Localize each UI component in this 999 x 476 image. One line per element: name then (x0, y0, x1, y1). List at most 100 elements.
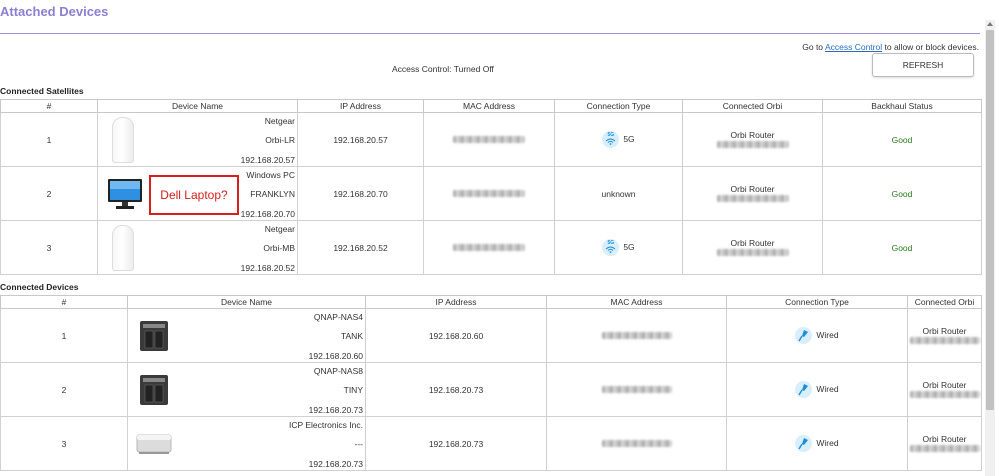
orbi-name: Orbi Router (922, 379, 967, 390)
orbi-name: Orbi Router (730, 183, 775, 194)
device-name-cell: QNAP-NAS8 TINY 192.168.20.73 (127, 362, 366, 417)
orbi-name: Orbi Router (730, 129, 775, 140)
access-control-status: Access Control: Turned Off (392, 64, 494, 74)
table-row[interactable]: 3 Netgear Orbi-MB 192.168.20.52 192.168.… (0, 220, 982, 275)
col-header-num[interactable]: # (0, 295, 128, 309)
device-hostname: Orbi-LR (265, 135, 295, 146)
devices-header-row: # Device Name IP Address MAC Address Con… (0, 295, 982, 309)
device-hostname: TINY (343, 385, 363, 396)
device-hostname: TANK (340, 331, 363, 342)
ip-address: 192.168.20.73 (365, 362, 547, 417)
col-header-connected-orbi[interactable]: Connected Orbi (907, 295, 982, 309)
col-header-connection-type[interactable]: Connection Type (554, 99, 683, 113)
col-header-connection-type[interactable]: Connection Type (726, 295, 908, 309)
device-hostname: --- (354, 439, 364, 450)
col-header-num[interactable]: # (0, 99, 98, 113)
ip-address: 192.168.20.57 (297, 112, 424, 167)
col-header-ip[interactable]: IP Address (365, 295, 547, 309)
connected-orbi: Orbi Router (682, 220, 823, 275)
mac-address (546, 362, 727, 417)
col-header-device-name[interactable]: Device Name (97, 99, 298, 113)
orbi-name: Orbi Router (922, 433, 967, 444)
ip-address: 192.168.20.70 (297, 166, 424, 221)
connection-type: unknown (554, 166, 683, 221)
connection-label: 5G (623, 133, 635, 144)
scroll-up-arrow-icon[interactable] (987, 22, 993, 26)
col-header-device-name[interactable]: Device Name (127, 295, 366, 309)
backhaul-status: Good (822, 166, 982, 221)
mac-redacted (453, 243, 525, 251)
backhaul-status: Good (822, 112, 982, 167)
row-number: 2 (0, 166, 98, 221)
device-name-cell: Netgear Orbi-MB 192.168.20.52 (97, 220, 298, 275)
orbi-satellite-icon (112, 225, 134, 271)
access-control-hint: Go to Access Control to allow or block d… (802, 42, 979, 52)
device-vendor: Windows PC (246, 170, 295, 180)
mac-address (423, 220, 555, 275)
device-name-cell: Netgear Orbi-LR 192.168.20.57 (97, 112, 298, 167)
device-vendor: QNAP-NAS4 (313, 312, 363, 322)
mac-redacted (601, 385, 672, 393)
table-row[interactable]: 2 Windows PC FRANKLYN 192.168.20.70 192.… (0, 166, 982, 221)
connection-type: Wired (726, 416, 908, 471)
col-header-mac[interactable]: MAC Address (546, 295, 727, 309)
satellites-header-row: # Device Name IP Address MAC Address Con… (0, 99, 982, 113)
device-ip-label: 192.168.20.73 (308, 458, 363, 469)
col-header-ip[interactable]: IP Address (297, 99, 424, 113)
orbi-mac-redacted (909, 444, 980, 452)
vertical-scrollbar[interactable] (985, 20, 995, 476)
device-vendor: Netgear (264, 224, 295, 234)
mac-redacted (601, 439, 672, 447)
device-ip-label: 192.168.20.73 (308, 404, 363, 415)
device-name-cell: ICP Electronics Inc. --- 192.168.20.73 (127, 416, 366, 471)
connected-orbi: Orbi Router (682, 166, 823, 221)
mini-pc-icon (136, 434, 172, 454)
mac-redacted (453, 189, 525, 197)
scrollbar-thumb[interactable] (986, 30, 994, 410)
ip-address: 192.168.20.52 (297, 220, 424, 275)
device-ip-label: 192.168.20.60 (308, 350, 363, 361)
ethernet-cable-icon (795, 327, 813, 344)
mac-redacted (453, 135, 525, 143)
goto-suffix: to allow or block devices. (884, 42, 980, 52)
device-ip-label: 192.168.20.70 (240, 208, 295, 219)
orbi-name: Orbi Router (922, 325, 967, 336)
table-row[interactable]: 1 QNAP-NAS4 TANK 192.168.20.60 192.168.2… (0, 308, 982, 363)
row-number: 3 (0, 220, 98, 275)
device-vendor: Netgear (264, 116, 295, 126)
mac-address (546, 308, 727, 363)
refresh-button[interactable]: REFRESH (872, 53, 974, 77)
col-header-connected-orbi[interactable]: Connected Orbi (682, 99, 823, 113)
devices-table: # Device Name IP Address MAC Address Con… (0, 295, 982, 471)
title-divider (0, 33, 980, 34)
access-control-link[interactable]: Access Control (825, 42, 882, 52)
table-row[interactable]: 2 QNAP-NAS8 TINY 192.168.20.73 192.168.2… (0, 362, 982, 417)
backhaul-status: Good (822, 220, 982, 275)
table-row[interactable]: 3 ICP Electronics Inc. --- 192.168.20.73… (0, 416, 982, 471)
satellites-section-title: Connected Satellites (0, 86, 84, 96)
connection-type: Wired (726, 362, 908, 417)
connection-type: Wired (726, 308, 908, 363)
ip-address: 192.168.20.73 (365, 416, 547, 471)
orbi-name: Orbi Router (730, 237, 775, 248)
ip-address: 192.168.20.60 (365, 308, 547, 363)
goto-prefix: Go to (802, 42, 824, 52)
col-header-backhaul-status[interactable]: Backhaul Status (822, 99, 982, 113)
monitor-icon (108, 179, 142, 209)
orbi-mac-redacted (909, 336, 980, 344)
page-title: Attached Devices (0, 4, 109, 19)
device-ip-label: 192.168.20.57 (240, 154, 295, 165)
devices-section-title: Connected Devices (0, 282, 79, 292)
satellites-table: # Device Name IP Address MAC Address Con… (0, 99, 982, 275)
device-name-cell: QNAP-NAS4 TANK 192.168.20.60 (127, 308, 366, 363)
col-header-mac[interactable]: MAC Address (423, 99, 555, 113)
mac-address (423, 166, 555, 221)
connection-label: Wired (816, 383, 839, 394)
table-row[interactable]: 1 Netgear Orbi-LR 192.168.20.57 192.168.… (0, 112, 982, 167)
ethernet-cable-icon (795, 381, 813, 398)
wifi-5g-icon: 5G (602, 239, 620, 256)
nas-icon (140, 375, 168, 405)
orbi-satellite-icon (112, 117, 134, 163)
connection-label: Wired (816, 437, 839, 448)
orbi-mac-redacted (716, 194, 789, 202)
